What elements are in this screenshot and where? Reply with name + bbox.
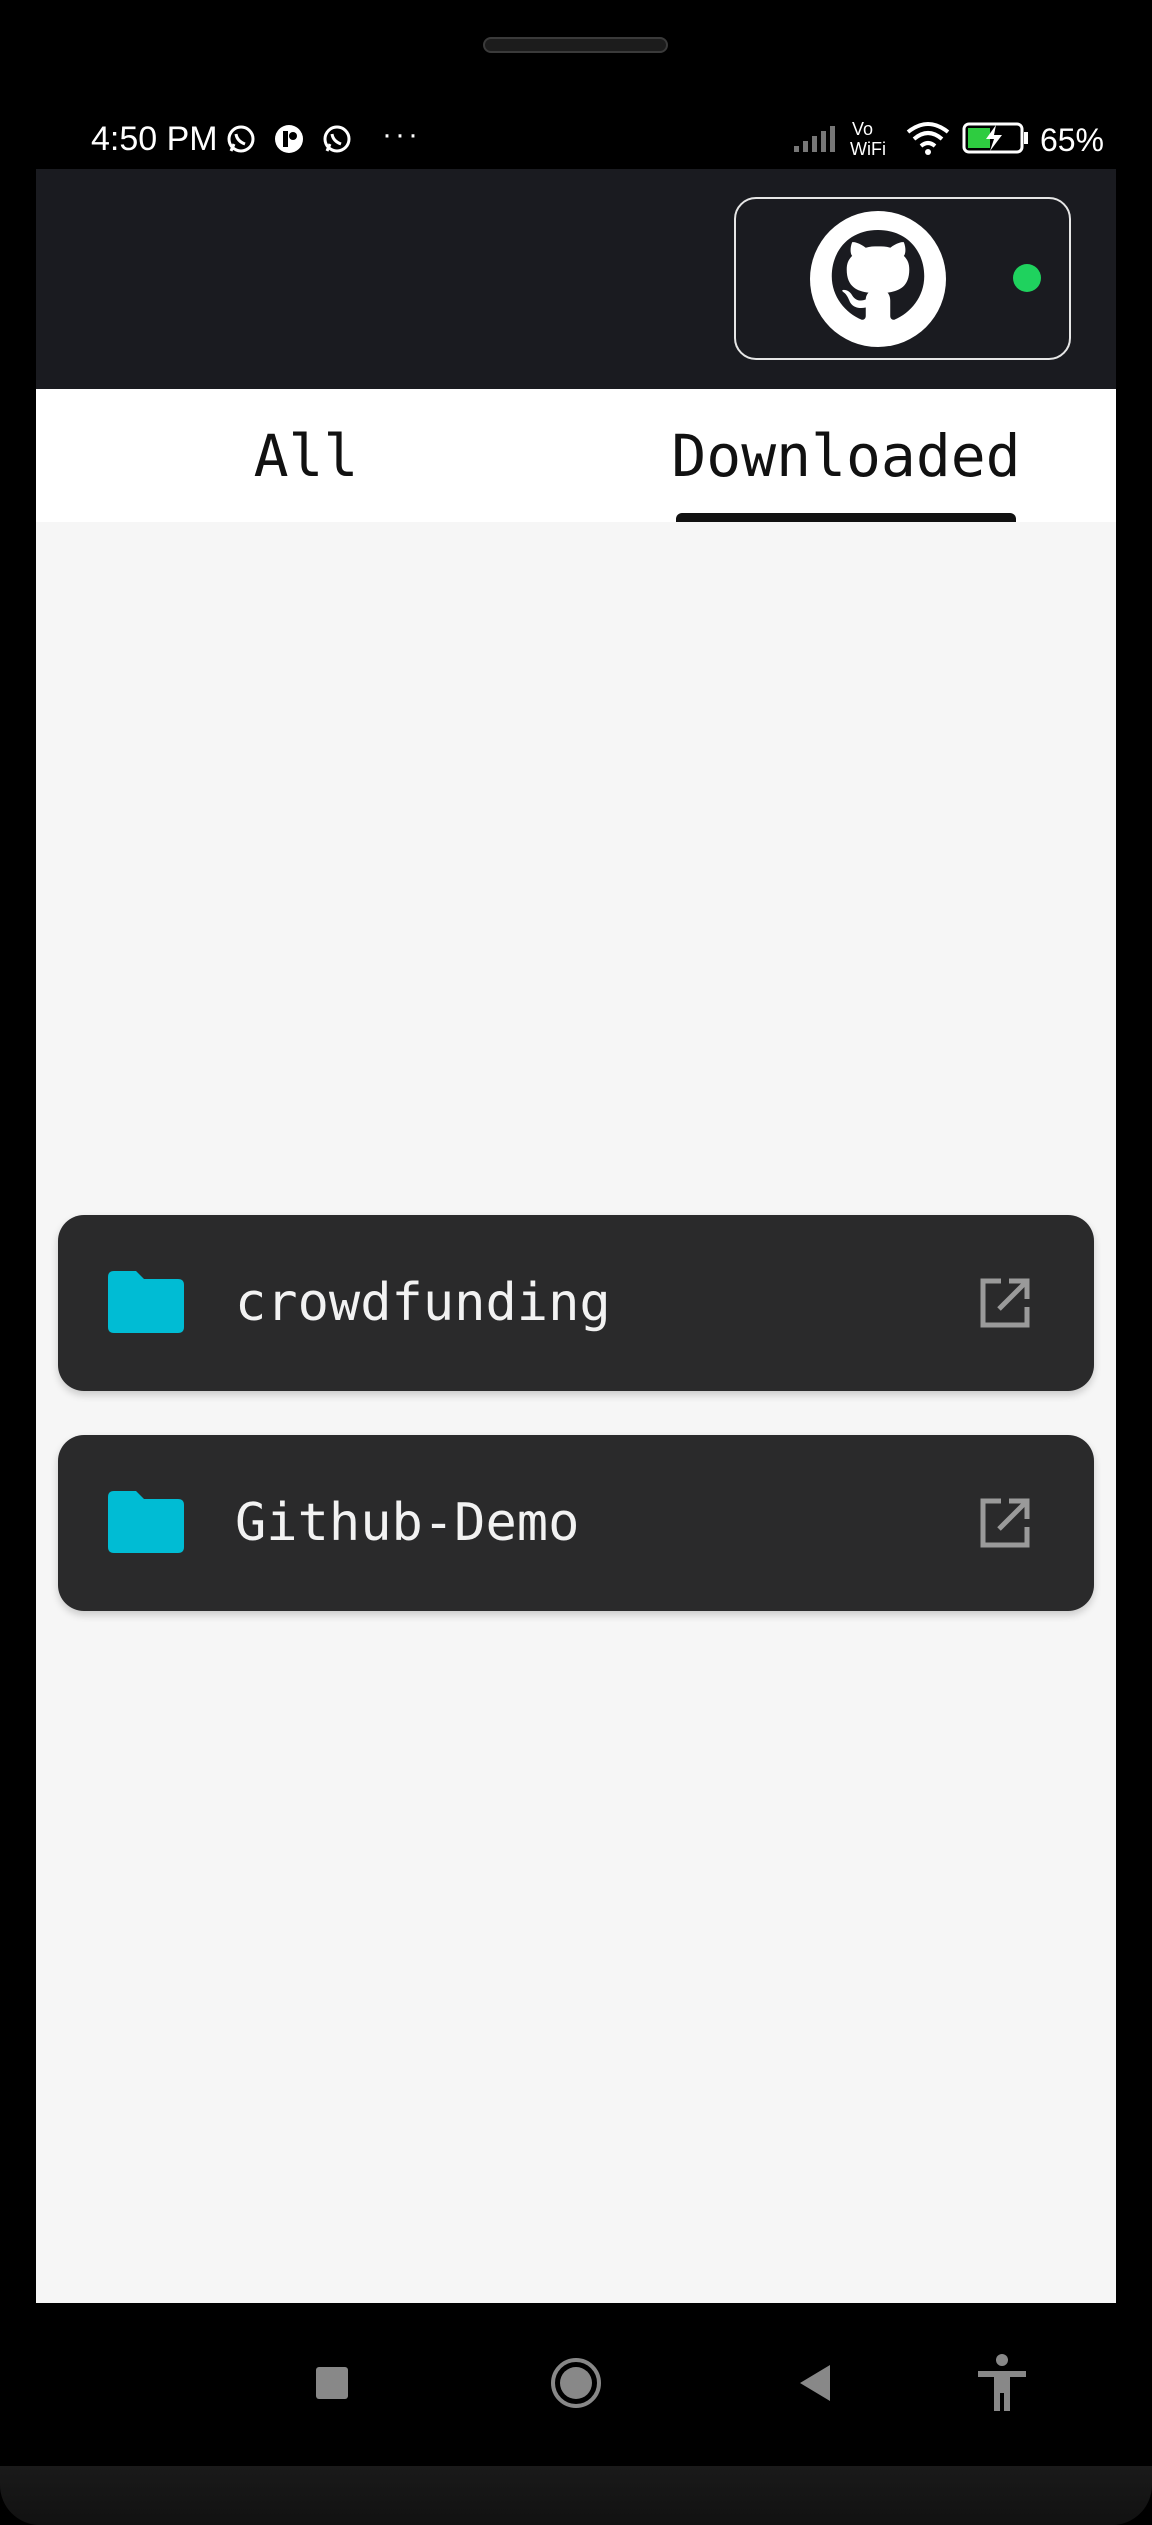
tab-selected-indicator (676, 513, 1016, 522)
github-icon (810, 211, 946, 347)
square-icon (316, 2367, 348, 2399)
svg-text:WiFi: WiFi (850, 139, 886, 158)
accessibility-button[interactable] (962, 2343, 1042, 2423)
system-status-icons: Vo WiFi 65% (792, 118, 1104, 163)
status-bar: 4:50 PM ··· Vo WiFi 65% (36, 104, 1116, 176)
battery-percent: 65% (1039, 122, 1104, 158)
tab-downloaded[interactable]: Downloaded (576, 389, 1116, 522)
tab-all[interactable]: All (36, 389, 576, 522)
folder-icon (108, 1271, 184, 1333)
app-icon (272, 122, 306, 156)
wifi-icon (904, 120, 952, 161)
repository-name: crowdfunding (235, 1273, 611, 1333)
svg-text:Vo: Vo (852, 119, 873, 139)
tab-bar: All Downloaded (36, 389, 1116, 522)
status-time: 4:50 PM (91, 120, 218, 158)
notification-icons: ··· (224, 118, 421, 156)
back-triangle-icon (800, 2365, 830, 2401)
whatsapp-icon (224, 122, 258, 156)
repository-name: Github-Demo (235, 1493, 580, 1553)
system-nav-bar (36, 2303, 1116, 2466)
battery-charging-icon (962, 121, 1030, 160)
whatsapp-icon (320, 122, 354, 156)
back-button[interactable] (776, 2343, 856, 2423)
folder-icon (108, 1491, 184, 1553)
accessibility-icon (978, 2354, 1026, 2411)
circle-icon (551, 2358, 601, 2408)
app-screen: All Downloaded crowdfunding Github-Demo (36, 169, 1116, 2303)
open-external-icon[interactable] (979, 1497, 1031, 1549)
repository-card[interactable]: crowdfunding (58, 1215, 1094, 1391)
repository-card[interactable]: Github-Demo (58, 1435, 1094, 1611)
online-status-dot (1013, 264, 1041, 292)
github-account-button[interactable] (734, 197, 1071, 360)
signal-icon (792, 122, 840, 159)
bottom-bezel (0, 2466, 1152, 2525)
phone-frame: 4:50 PM ··· Vo WiFi 65% All Downloaded c… (0, 0, 1152, 2525)
vowifi-icon: Vo WiFi (850, 118, 894, 163)
earpiece-speaker (483, 37, 668, 53)
home-button[interactable] (536, 2343, 616, 2423)
repository-list: crowdfunding Github-Demo (58, 1215, 1094, 1655)
recents-button[interactable] (292, 2343, 372, 2423)
app-bar (36, 169, 1116, 389)
open-external-icon[interactable] (979, 1277, 1031, 1329)
more-dots-icon: ··· (382, 118, 421, 151)
